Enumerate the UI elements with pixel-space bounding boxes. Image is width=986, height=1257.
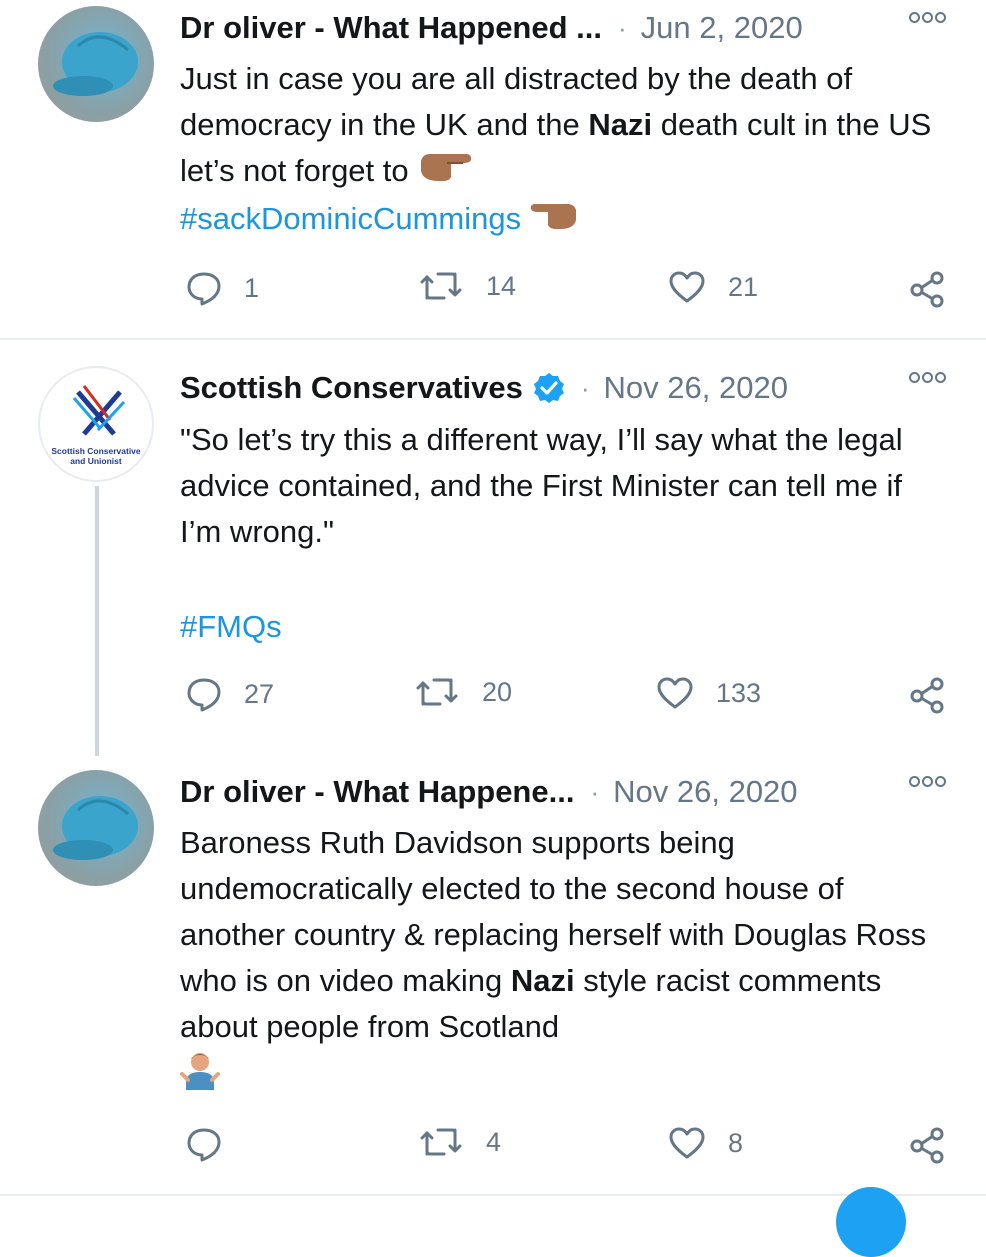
tweet-text: Baroness Ruth Davidson supports being un…: [180, 820, 950, 1103]
author-name[interactable]: Dr oliver - What Happened ...: [180, 10, 602, 46]
tweet-divider: [0, 1194, 986, 1196]
share-button[interactable]: [908, 1126, 946, 1164]
author-avatar[interactable]: [38, 6, 154, 122]
pointing-hand-emoji: [530, 198, 580, 244]
text-segment: "So let’s try this a different way, I’ll…: [180, 422, 903, 549]
tweet-3[interactable]: Dr oliver - What Happene... · Nov 26, 20…: [0, 760, 986, 1192]
pointing-hand-emoji: [417, 149, 473, 196]
tweet-date[interactable]: Jun 2, 2020: [641, 10, 803, 46]
more-icon[interactable]: [909, 372, 946, 383]
tweet-1[interactable]: Dr oliver - What Happened ... · Jun 2, 2…: [0, 0, 986, 338]
share-button[interactable]: [908, 270, 946, 308]
reply-icon: [187, 1128, 221, 1162]
reply-button[interactable]: 27: [186, 676, 274, 712]
tweet-date[interactable]: Nov 26, 2020: [604, 370, 788, 406]
like-button[interactable]: 133: [656, 676, 761, 710]
like-count: 8: [728, 1127, 744, 1158]
like-count: 133: [716, 677, 762, 708]
svg-text:Scottish Conservative: Scottish Conservative: [51, 446, 141, 456]
retweet-icon: [416, 678, 458, 706]
like-icon: [657, 677, 693, 709]
tweet-text: Just in case you are all distracted by t…: [180, 56, 950, 244]
separator-dot: ·: [590, 776, 600, 807]
party-logo: Scottish Conservative and Unionist: [51, 385, 141, 466]
retweet-icon: [420, 272, 462, 300]
verified-badge-icon: [533, 372, 565, 404]
reply-count: 27: [244, 678, 275, 709]
author-avatar[interactable]: Scottish Conservative and Unionist: [38, 366, 154, 482]
tweet-text: "So let’s try this a different way, I’ll…: [180, 417, 950, 555]
more-icon[interactable]: [909, 12, 946, 23]
tweet-date[interactable]: Nov 26, 2020: [613, 774, 797, 810]
share-icon: [910, 271, 944, 308]
hashtag-row: #FMQs: [180, 604, 950, 650]
tweet-2[interactable]: Scottish Conservative and Unionist Scott…: [0, 340, 986, 760]
thread-connector: [95, 486, 99, 756]
retweet-button[interactable]: 4: [418, 1126, 501, 1158]
reply-icon: [187, 678, 221, 712]
author-avatar[interactable]: [38, 770, 154, 886]
reply-button[interactable]: [186, 1126, 244, 1162]
retweet-icon: [420, 1128, 462, 1156]
reply-button[interactable]: 1: [186, 270, 259, 306]
separator-dot: ·: [580, 372, 590, 403]
retweet-button[interactable]: 14: [418, 270, 516, 302]
bold-text: Nazi: [588, 107, 653, 142]
reply-icon: [187, 272, 221, 306]
reply-count: 1: [244, 272, 260, 303]
hashtag-link[interactable]: #FMQs: [180, 609, 282, 644]
separator-dot: ·: [618, 12, 627, 43]
like-icon: [669, 1127, 705, 1159]
share-button[interactable]: [908, 676, 946, 714]
compose-tweet-button[interactable]: [836, 1187, 906, 1257]
retweet-count: 14: [486, 270, 517, 301]
author-name[interactable]: Scottish Conservatives: [180, 370, 523, 406]
like-button[interactable]: 21: [668, 270, 758, 304]
hashtag-link[interactable]: #sackDominicCummings: [180, 201, 521, 236]
author-name[interactable]: Dr oliver - What Happene...: [180, 774, 574, 810]
like-icon: [669, 271, 705, 303]
like-button[interactable]: 8: [668, 1126, 743, 1160]
retweet-count: 4: [486, 1126, 502, 1157]
bold-text: Nazi: [510, 963, 575, 998]
retweet-button[interactable]: 20: [414, 676, 512, 708]
retweet-count: 20: [482, 676, 513, 707]
shrug-emoji: [180, 1050, 220, 1103]
share-icon: [910, 1127, 944, 1164]
like-count: 21: [728, 271, 759, 302]
share-icon: [910, 677, 944, 714]
svg-text:and Unionist: and Unionist: [70, 456, 122, 466]
more-icon[interactable]: [909, 776, 946, 787]
